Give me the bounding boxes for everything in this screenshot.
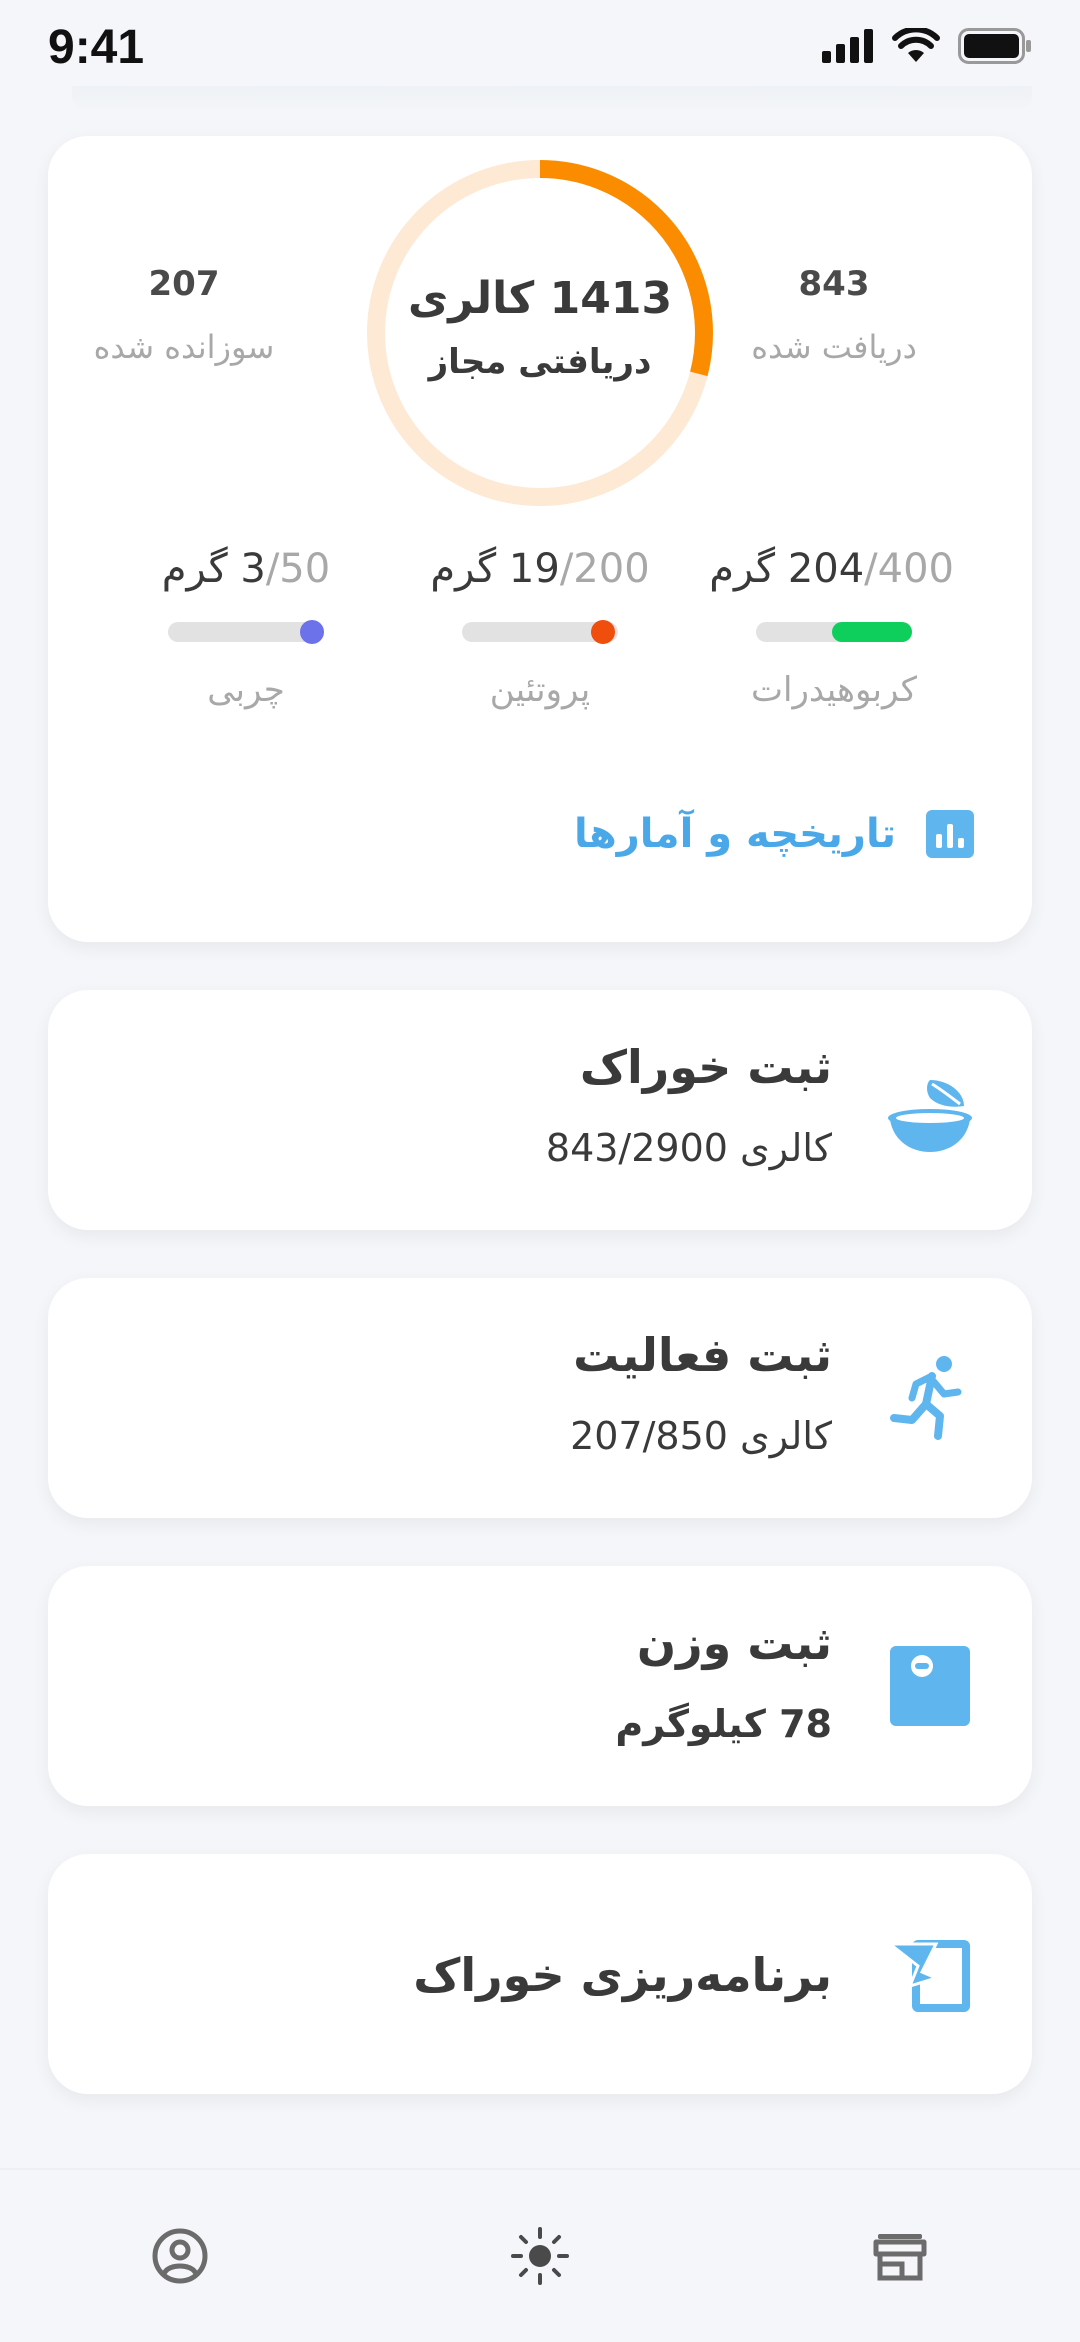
- macro-protein-label: پروتئین: [489, 670, 591, 710]
- calorie-ring: 1413 کالری دریافتی مجاز: [363, 156, 717, 510]
- log-weight-subtitle: 78 کیلوگرم: [615, 1702, 832, 1746]
- bottom-nav: [0, 2168, 1080, 2342]
- macro-carbs-bar: [756, 622, 912, 642]
- calorie-summary-card: 1413 کالری دریافتی مجاز 207 سوزانده شده …: [48, 136, 1032, 942]
- allowed-calories-value: 1413 کالری: [407, 272, 673, 324]
- log-food-subtitle: کالری 843/2900: [545, 1126, 832, 1170]
- wifi-icon: [892, 28, 940, 62]
- running-icon: [890, 1356, 962, 1440]
- burned-value: 207: [148, 264, 220, 304]
- ring-center: 1413 کالری دریافتی مجاز: [363, 156, 717, 510]
- status-icons: [822, 28, 1032, 64]
- log-weight-card[interactable]: ثبت وزن 78 کیلوگرم: [48, 1566, 1032, 1806]
- meal-plan-icon: [885, 1940, 970, 2012]
- macro-fat-label: چربی: [207, 670, 285, 710]
- macro-fat-bar: [168, 620, 324, 644]
- shop-icon[interactable]: [870, 2226, 930, 2286]
- allowed-calories-label: دریافتی مجاز: [428, 341, 652, 382]
- food-bowl-icon: [888, 1080, 972, 1152]
- log-activity-title: ثبت فعالیت: [573, 1328, 832, 1382]
- log-activity-card[interactable]: ثبت فعالیت کالری 207/850: [48, 1278, 1032, 1518]
- received-label: دریافت شده: [751, 328, 917, 366]
- battery-icon: [958, 28, 1031, 64]
- macro-carbs-fill: [832, 622, 912, 642]
- meal-plan-title: برنامه‌ریزی خوراک: [413, 1948, 832, 2002]
- burned-label: سوزانده شده: [93, 328, 275, 366]
- macro-protein-indicator: [591, 620, 615, 644]
- log-food-title: ثبت خوراک: [579, 1040, 832, 1094]
- macro-fat: 3/50 گرم چربی: [126, 546, 366, 710]
- log-weight-title: ثبت وزن: [636, 1616, 832, 1670]
- bar-chart-icon: [926, 810, 974, 858]
- log-activity-subtitle: کالری 207/850: [570, 1414, 832, 1458]
- macro-protein: 19/200 گرم پروتئین: [420, 546, 660, 710]
- history-stats-link[interactable]: تاریخچه و آمارها: [574, 810, 974, 858]
- status-time: 9:41: [48, 21, 145, 74]
- log-food-card[interactable]: ثبت خوراک کالری 843/2900: [48, 990, 1032, 1230]
- status-bar: 9:41: [0, 0, 1080, 100]
- header-divider: [72, 86, 1032, 112]
- macro-protein-amount: 19/200 گرم: [430, 546, 650, 592]
- received-value: 843: [798, 264, 870, 304]
- meal-plan-card[interactable]: برنامه‌ریزی خوراک: [48, 1854, 1032, 2094]
- signal-icon: [822, 29, 873, 63]
- macro-fat-indicator: [300, 620, 324, 644]
- burned-stat: 207 سوزانده شده: [64, 264, 304, 366]
- macro-carbs-amount: 204/400 گرم: [709, 546, 954, 592]
- macro-carbs-label: کربوهیدرات: [751, 670, 917, 710]
- scale-icon: [890, 1646, 970, 1726]
- history-stats-label: تاریخچه و آمارها: [574, 811, 896, 857]
- received-stat: 843 دریافت شده: [714, 264, 954, 366]
- macro-protein-bar: [462, 620, 618, 644]
- macro-carbs: 204/400 گرم کربوهیدرات: [709, 546, 954, 710]
- sun-icon[interactable]: [510, 2226, 570, 2286]
- profile-icon[interactable]: [150, 2226, 210, 2286]
- macro-fat-amount: 3/50 گرم: [161, 546, 331, 592]
